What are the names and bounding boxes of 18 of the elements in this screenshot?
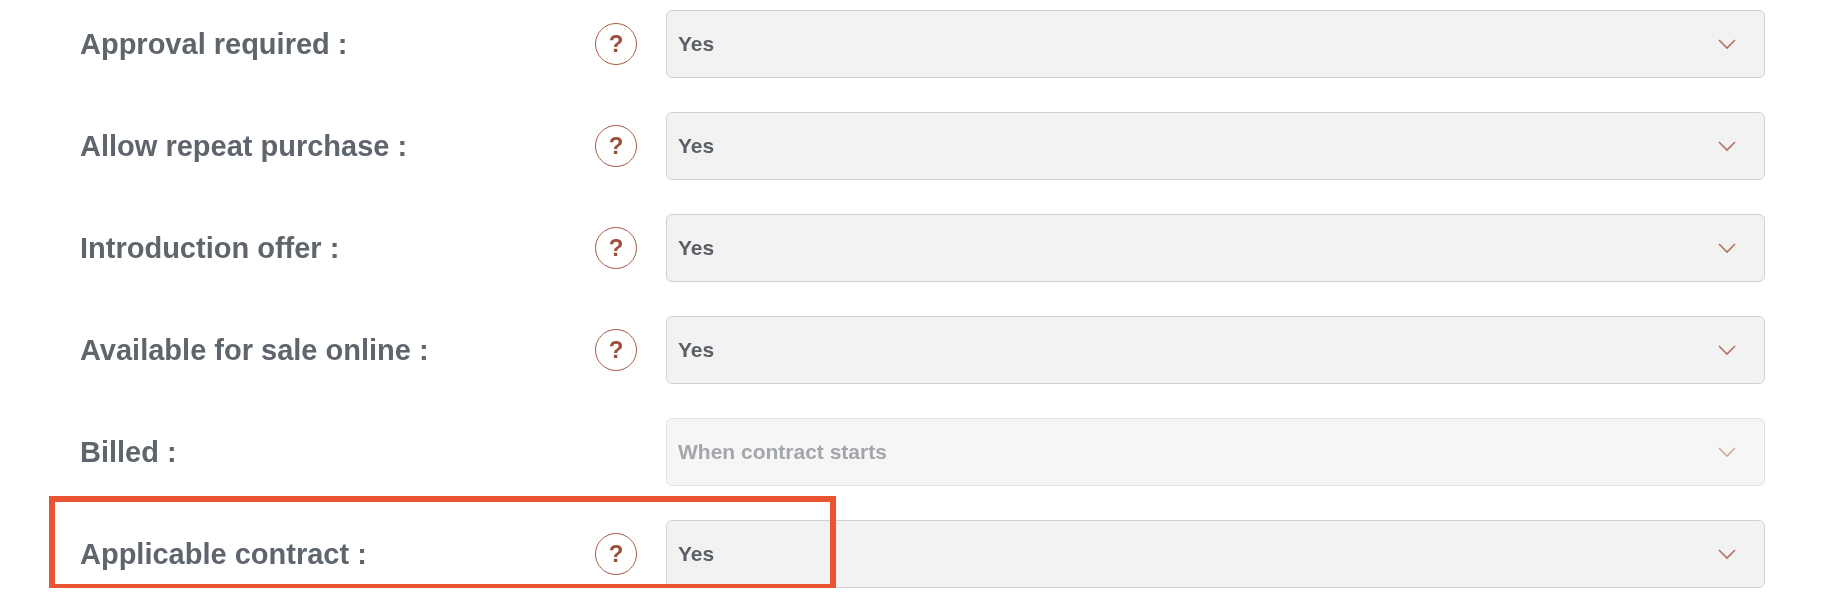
chevron-down-icon <box>1718 344 1736 356</box>
chevron-down-icon <box>1718 140 1736 152</box>
chevron-down-icon <box>1718 446 1736 458</box>
field-label: Available for sale online : <box>79 333 430 367</box>
select-field[interactable]: Yes <box>666 520 1765 588</box>
field-label: Applicable contract : <box>79 537 368 571</box>
field-label: Approval required : <box>79 27 349 61</box>
select-field: When contract starts <box>666 418 1765 486</box>
select-field[interactable]: Yes <box>666 214 1765 282</box>
chevron-down-icon <box>1718 548 1736 560</box>
select-field[interactable]: Yes <box>666 316 1765 384</box>
field-label: Allow repeat purchase : <box>79 129 409 163</box>
chevron-down-icon <box>1718 242 1736 254</box>
field-label: Billed : <box>79 435 178 469</box>
select-field[interactable]: Yes <box>666 10 1765 78</box>
field-label: Introduction offer : <box>79 231 341 265</box>
chevron-down-icon <box>1718 38 1736 50</box>
select-field[interactable]: Yes <box>666 112 1765 180</box>
